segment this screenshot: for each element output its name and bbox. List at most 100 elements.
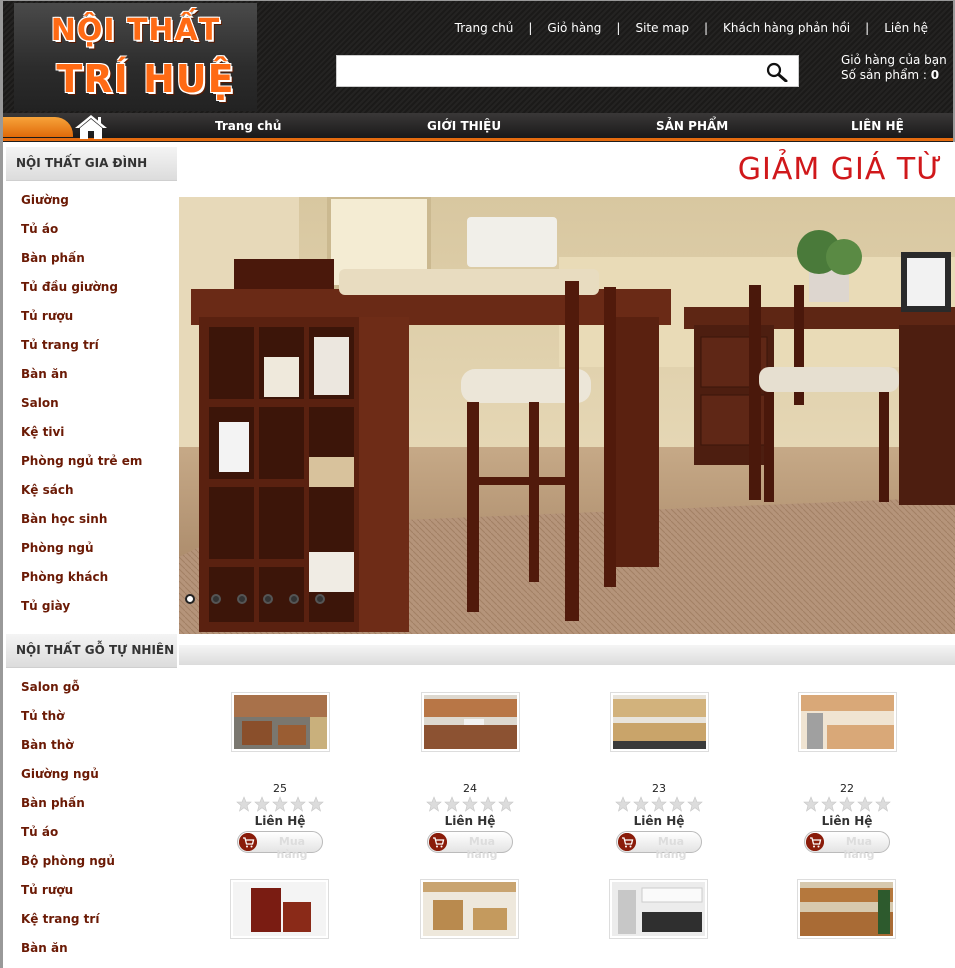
star-icon[interactable] — [254, 796, 270, 812]
product-price: Liên Hệ — [633, 814, 685, 828]
product-image[interactable] — [609, 879, 708, 939]
product-price: Liên Hệ — [444, 814, 496, 828]
buy-button[interactable]: Mua hàng — [237, 831, 323, 861]
star-icon[interactable] — [290, 796, 306, 812]
category-link[interactable]: Bàn ăn — [21, 941, 68, 955]
star-icon[interactable] — [857, 796, 873, 812]
site-logo[interactable]: NỘI THẤT TRÍ HUỆ — [14, 3, 257, 111]
star-icon[interactable] — [633, 796, 649, 812]
category-link[interactable]: Tủ đầu giường — [21, 280, 118, 294]
star-icon[interactable] — [444, 796, 460, 812]
home-icon[interactable] — [74, 114, 108, 140]
list-item: Tủ áo — [21, 218, 142, 247]
slider-dot[interactable] — [315, 594, 325, 604]
category-link[interactable]: Tủ rượu — [21, 883, 73, 897]
nav-item-products[interactable]: SẢN PHẨM — [656, 119, 728, 133]
category-link[interactable]: Tủ thờ — [21, 709, 64, 723]
toplink-sitemap[interactable]: Site map — [635, 21, 689, 35]
slider-dot[interactable] — [237, 594, 247, 604]
cart-count-label: Số sản phẩm : — [841, 68, 927, 82]
star-icon[interactable] — [669, 796, 685, 812]
product-image[interactable] — [797, 879, 896, 939]
star-icon[interactable] — [803, 796, 819, 812]
buy-button[interactable]: Mua hàng — [804, 831, 890, 861]
toplink-feedback[interactable]: Khách hàng phản hồi — [723, 21, 850, 35]
product-image[interactable] — [230, 692, 330, 752]
star-icon[interactable] — [272, 796, 288, 812]
product-image[interactable] — [797, 692, 897, 752]
category-link[interactable]: Bàn học sinh — [21, 512, 107, 526]
category-link[interactable]: Giường ngủ — [21, 767, 99, 781]
search-icon[interactable] — [766, 62, 788, 82]
search-input[interactable] — [343, 61, 753, 83]
product-image[interactable] — [420, 879, 519, 939]
rating-stars — [782, 796, 912, 812]
category-link[interactable]: Tủ trang trí — [21, 338, 99, 352]
category-link[interactable]: Tủ rượu — [21, 309, 73, 323]
buy-button-label: Mua hàng — [276, 835, 308, 861]
product-card: 22 Liên Hệ Mua hàng — [782, 692, 912, 861]
list-item: Kệ sách — [21, 479, 142, 508]
category-link[interactable]: Bàn phấn — [21, 251, 85, 265]
list-item: Giường — [21, 189, 142, 218]
nav-item-about[interactable]: GIỚI THIỆU — [427, 119, 501, 133]
slider-dot[interactable] — [211, 594, 221, 604]
category-link[interactable]: Bàn phấn — [21, 796, 85, 810]
star-icon[interactable] — [236, 796, 252, 812]
product-code: 22 — [840, 782, 854, 795]
product-code: 23 — [652, 782, 666, 795]
toplink-contact[interactable]: Liên hệ — [884, 21, 928, 35]
list-item: Tủ thờ — [21, 705, 115, 734]
search-box — [336, 55, 799, 87]
slider-dot[interactable] — [263, 594, 273, 604]
product-price: Liên Hệ — [254, 814, 306, 828]
category-link[interactable]: Bàn ăn — [21, 367, 68, 381]
slider-dot[interactable] — [289, 594, 299, 604]
category-link[interactable]: Phòng ngủ trẻ em — [21, 454, 142, 468]
category-link[interactable]: Tủ áo — [21, 222, 58, 236]
category-link[interactable]: Kệ sách — [21, 483, 74, 497]
star-icon[interactable] — [651, 796, 667, 812]
star-icon[interactable] — [875, 796, 891, 812]
product-image[interactable] — [609, 692, 709, 752]
star-icon[interactable] — [480, 796, 496, 812]
content-header-bar — [179, 645, 955, 665]
slider-dot[interactable] — [185, 594, 195, 604]
star-icon[interactable] — [687, 796, 703, 812]
star-icon[interactable] — [426, 796, 442, 812]
category-link[interactable]: Salon — [21, 396, 59, 410]
buy-button-label: Mua hàng — [843, 835, 875, 861]
category-link[interactable]: Bộ phòng ngủ — [21, 854, 115, 868]
list-item: Bàn ăn — [21, 363, 142, 392]
star-icon[interactable] — [839, 796, 855, 812]
category-list: Giường Tủ áo Bàn phấn Tủ đầu giường Tủ r… — [21, 189, 142, 624]
category-link[interactable]: Phòng ngủ — [21, 541, 94, 555]
star-icon[interactable] — [615, 796, 631, 812]
cart-title: Giỏ hàng của bạn — [841, 53, 947, 67]
category-link[interactable]: Bàn thờ — [21, 738, 74, 752]
category-link[interactable]: Tủ giày — [21, 599, 70, 613]
toplink-cart[interactable]: Giỏ hàng — [547, 21, 601, 35]
nav-item-home[interactable]: Trang chủ — [215, 119, 281, 133]
banner-slider[interactable] — [179, 197, 955, 634]
star-icon[interactable] — [821, 796, 837, 812]
buy-button[interactable]: Mua hàng — [616, 831, 702, 861]
product-code: 25 — [273, 782, 287, 795]
category-link[interactable]: Kệ trang trí — [21, 912, 99, 926]
cart-icon — [806, 833, 824, 851]
list-item: Giường ngủ — [21, 763, 115, 792]
star-icon[interactable] — [498, 796, 514, 812]
star-icon[interactable] — [462, 796, 478, 812]
category-link[interactable]: Giường — [21, 193, 69, 207]
list-item: Bàn ăn — [21, 937, 115, 966]
product-image[interactable] — [230, 879, 329, 939]
nav-item-contact[interactable]: LIÊN HỆ — [851, 119, 904, 133]
category-link[interactable]: Salon gỗ — [21, 680, 80, 694]
buy-button[interactable]: Mua hàng — [427, 831, 513, 861]
category-link[interactable]: Phòng khách — [21, 570, 108, 584]
toplink-home[interactable]: Trang chủ — [455, 21, 514, 35]
category-link[interactable]: Kệ tivi — [21, 425, 64, 439]
category-link[interactable]: Tủ áo — [21, 825, 58, 839]
product-image[interactable] — [420, 692, 520, 752]
star-icon[interactable] — [308, 796, 324, 812]
